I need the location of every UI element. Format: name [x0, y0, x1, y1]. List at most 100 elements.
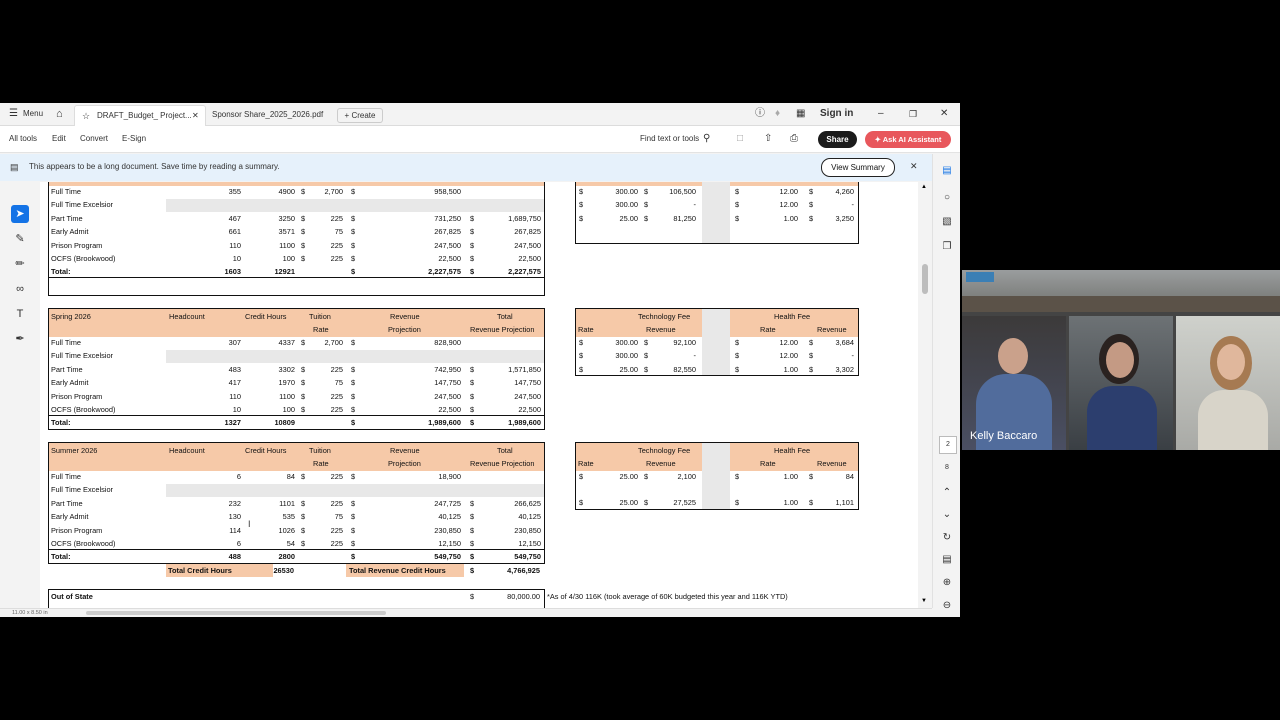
ai-icon: ✦ — [874, 135, 881, 144]
horizontal-scrollbar[interactable]: 11.00 x 8.50 in — [0, 608, 932, 617]
esign-menu[interactable]: E-Sign — [122, 126, 146, 152]
revenue-projection-header: Revenue Projection — [470, 325, 535, 334]
ask-ai-assistant-button[interactable]: ✦ Ask AI Assistant — [865, 131, 951, 148]
dollar-sign: $ — [644, 364, 649, 374]
plus-icon: + — [344, 111, 350, 120]
dollar-sign: $ — [301, 254, 306, 263]
dollar-sign: $ — [351, 552, 356, 562]
participant-shirt — [1198, 390, 1268, 450]
maximize-icon[interactable]: ❐ — [909, 103, 917, 125]
tab-draft-budget[interactable]: ☆ DRAFT_Budget_ Project... ✕ — [74, 105, 206, 126]
credit-hours-cell: 3250 — [278, 213, 295, 223]
room-table — [962, 296, 1280, 312]
credit-hours-cell: 535 — [282, 512, 295, 522]
convert-menu[interactable]: Convert — [80, 126, 108, 152]
apps-grid-icon[interactable]: ▦ — [796, 103, 805, 125]
tech-rate-cell: 25.00 — [619, 472, 639, 481]
print-icon[interactable]: ⎙ — [790, 126, 798, 152]
star-icon[interactable]: ☆ — [82, 106, 90, 126]
bookmark-icon[interactable]: ▧ — [939, 214, 955, 230]
panel-icon[interactable]: ▤ — [939, 163, 955, 179]
participant-video-2 — [1069, 316, 1173, 450]
projection-cell: 1,989,600 — [428, 418, 461, 428]
dollar-sign: $ — [735, 498, 740, 507]
view-summary-button[interactable]: View Summary — [821, 158, 895, 177]
current-page-number[interactable]: 2 — [939, 436, 957, 454]
scroll-thumb[interactable] — [922, 264, 928, 294]
draw-loop-icon[interactable]: ∞ — [11, 280, 29, 298]
rate-cell: 225 — [330, 498, 343, 508]
dollar-sign: $ — [579, 351, 584, 361]
dollar-sign: $ — [579, 187, 584, 196]
dollar-sign: $ — [470, 525, 475, 535]
dollar-sign: $ — [301, 240, 306, 250]
scroll-up-icon[interactable]: ▲ — [921, 184, 927, 190]
excelsior-row-shade — [166, 350, 544, 363]
menu-label[interactable]: Menu — [23, 103, 43, 125]
chevron-down-icon[interactable]: ⌄ — [939, 507, 955, 523]
credit-hours-cell: 84 — [286, 472, 295, 481]
dollar-sign: $ — [735, 200, 740, 210]
dollar-sign: $ — [809, 187, 814, 196]
copy-icon[interactable]: ❐ — [939, 239, 955, 255]
dollar-sign: $ — [351, 525, 356, 535]
zoom-out-icon[interactable]: ⊖ — [939, 598, 955, 614]
minimize-icon[interactable]: – — [878, 103, 884, 125]
scroll-down-icon[interactable]: ▼ — [921, 598, 927, 604]
upload-cloud-icon[interactable]: ⇧ — [764, 126, 772, 152]
save-page-icon[interactable]: ▤ — [939, 552, 955, 568]
select-cursor-icon[interactable]: ➤ — [11, 205, 29, 223]
dollar-sign: $ — [579, 364, 584, 374]
tab-label: Sponsor Share_2025_2026.pdf — [212, 110, 324, 119]
comment-icon[interactable]: ✎ — [11, 230, 29, 248]
tuition-header: Tuition — [309, 312, 331, 321]
tech-rate-cell: 300.00 — [615, 338, 638, 347]
tech-rate-cell: 300.00 — [615, 351, 638, 361]
save-icon[interactable]: □ — [737, 126, 743, 152]
total-cell: 1,571,850 — [508, 364, 541, 374]
participant-face — [998, 338, 1028, 374]
close-tab-icon[interactable]: ✕ — [192, 106, 199, 126]
credit-hours-cell: 4900 — [278, 187, 295, 196]
sign-icon[interactable]: ✒ — [11, 330, 29, 348]
video-conference-panel: Kelly Baccaro — [962, 270, 1280, 450]
total-cell: 22,500 — [518, 254, 541, 263]
out-of-state-amount: 80,000.00 — [507, 592, 540, 601]
help-icon[interactable]: ⓘ — [755, 103, 765, 125]
dollar-sign: $ — [470, 378, 475, 388]
headcount-cell: 307 — [228, 338, 241, 347]
home-icon[interactable]: ⌂ — [56, 103, 63, 125]
bell-icon[interactable]: ♦ — [775, 103, 780, 125]
rate-cell: 225 — [330, 525, 343, 535]
comments-icon[interactable]: ○ — [939, 190, 955, 206]
zoom-in-icon[interactable]: ⊕ — [939, 575, 955, 591]
credit-hours-cell: 4337 — [278, 338, 295, 347]
health-revenue-cell: - — [851, 200, 854, 210]
tech-revenue-cell: 106,500 — [669, 187, 696, 196]
close-banner-icon[interactable]: ✕ — [910, 161, 918, 172]
search-icon[interactable]: ⚲ — [703, 126, 710, 152]
projection-cell: 18,900 — [438, 472, 461, 481]
rate-header: Rate — [578, 325, 594, 334]
tab-sponsor-share[interactable]: Sponsor Share_2025_2026.pdf — [212, 105, 332, 125]
find-label[interactable]: Find text or tools — [640, 126, 699, 152]
sign-in-link[interactable]: Sign in — [820, 103, 853, 125]
all-tools-menu[interactable]: All tools — [9, 126, 37, 152]
text-box-icon[interactable]: T — [11, 305, 29, 323]
projection-cell: 731,250 — [434, 213, 461, 223]
dollar-sign: $ — [351, 472, 356, 481]
refresh-icon[interactable]: ↻ — [939, 530, 955, 546]
chevron-up-icon[interactable]: ⌃ — [939, 485, 955, 501]
share-button[interactable]: Share — [818, 131, 857, 148]
tech-rate-cell: 25.00 — [619, 213, 639, 223]
dollar-sign: $ — [809, 200, 814, 210]
horizontal-scroll-thumb[interactable] — [86, 611, 386, 615]
tech-revenue-cell: 82,550 — [673, 364, 696, 374]
vertical-scrollbar[interactable]: ▲ ▼ — [918, 182, 932, 608]
hamburger-icon[interactable]: ☰ — [9, 103, 18, 125]
create-button[interactable]: + Create — [337, 108, 383, 123]
pencil-icon[interactable]: ✏ — [11, 255, 29, 273]
close-window-icon[interactable]: ✕ — [940, 103, 948, 125]
edit-menu[interactable]: Edit — [52, 126, 66, 152]
spring-fees-table: Technology Fee Health Fee Rate Revenue R… — [575, 308, 859, 376]
